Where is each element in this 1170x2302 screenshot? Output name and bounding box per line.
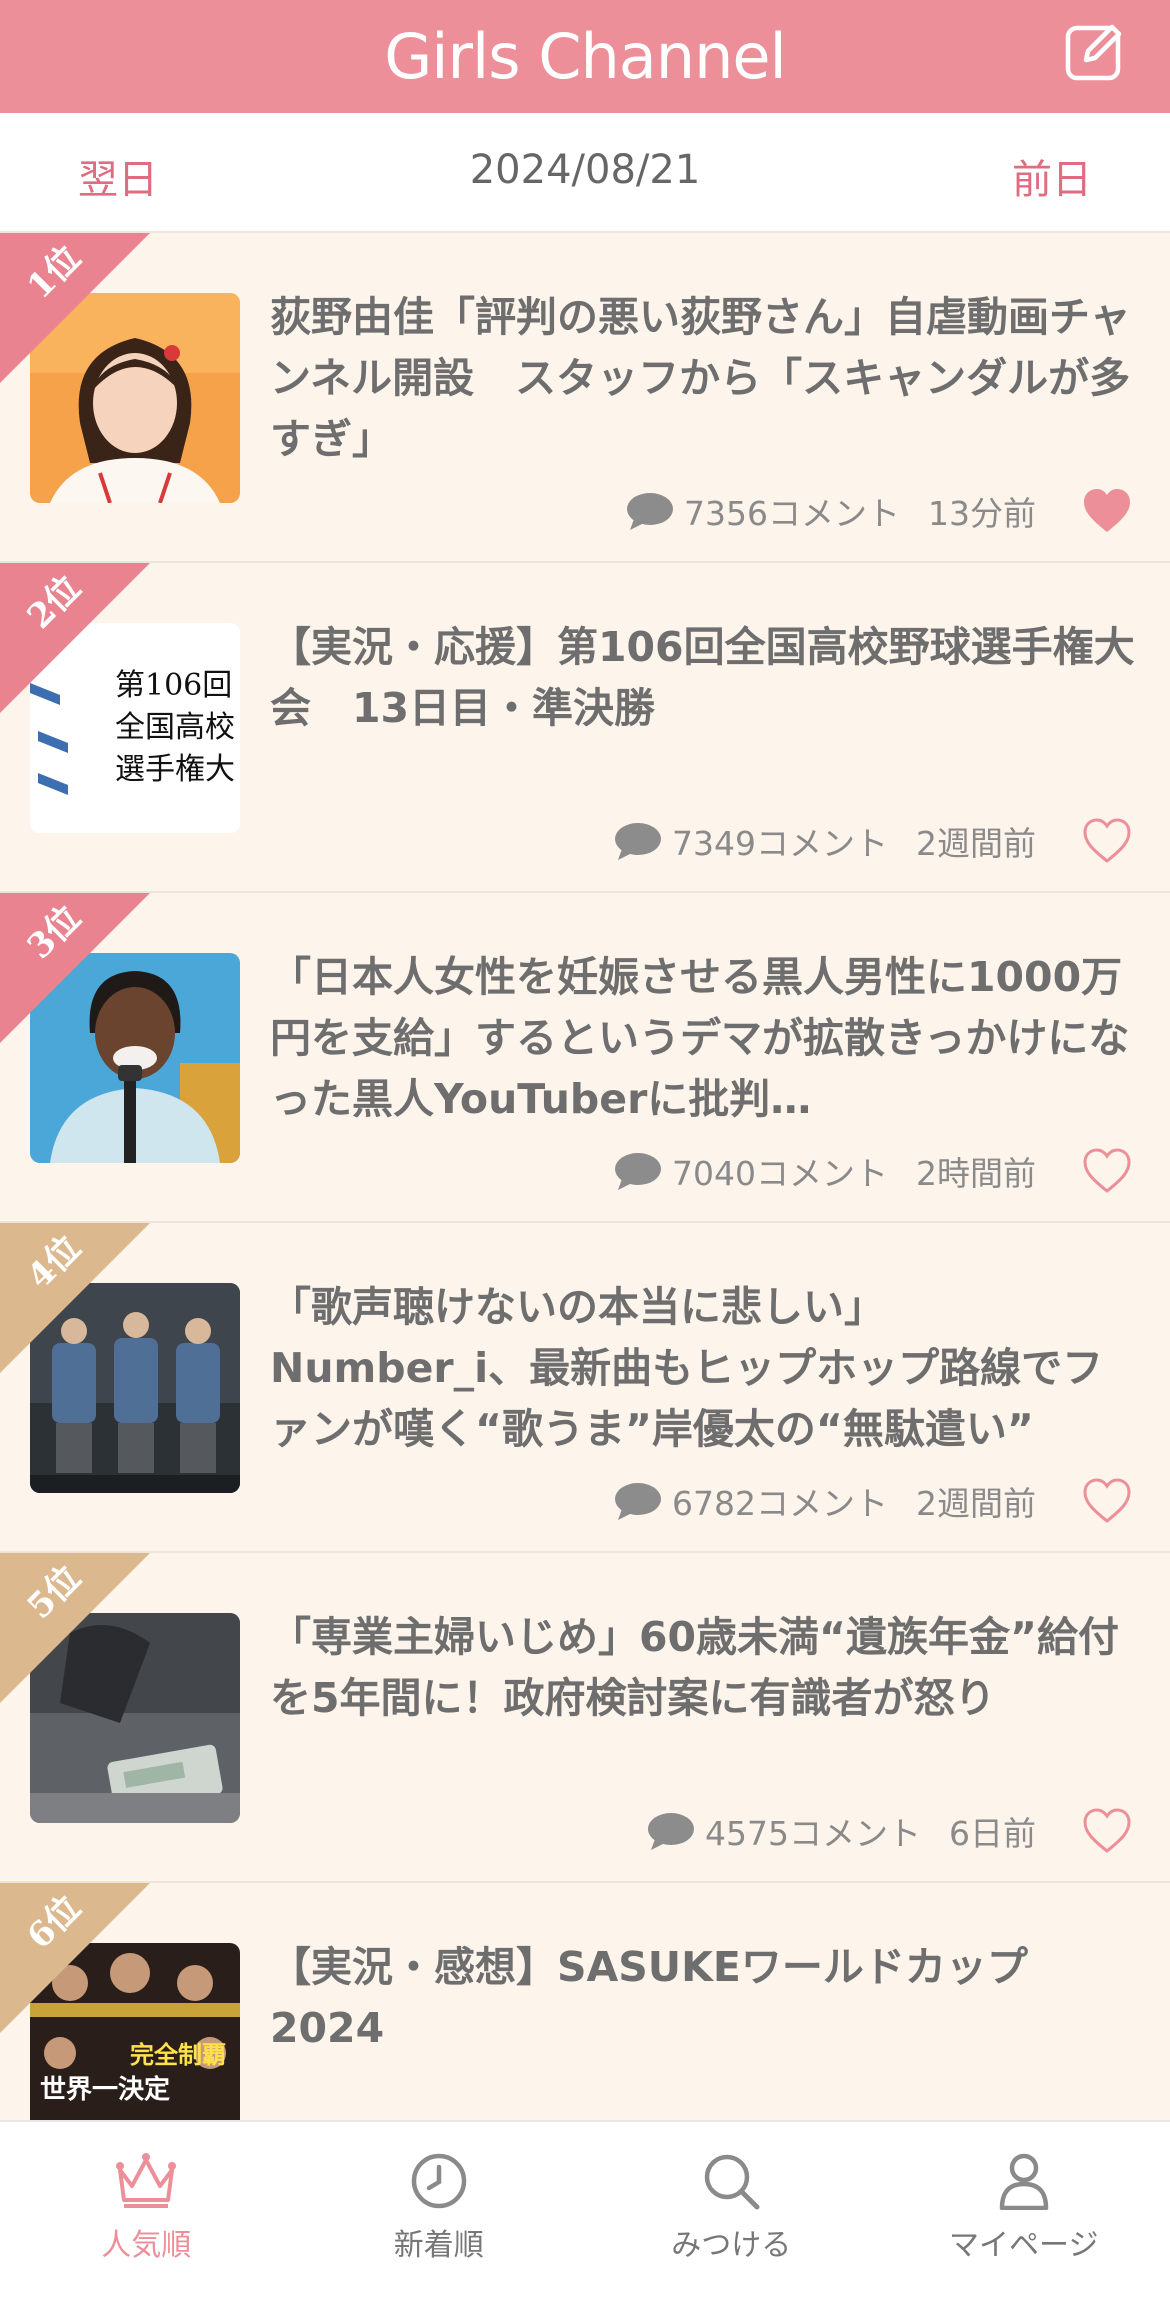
post-time: 2週間前 <box>916 1477 1036 1525</box>
topic-title[interactable]: 「日本人女性を妊娠させる黒人男性に1000万円を支給」するというデマが拡散きっか… <box>270 947 1140 1130</box>
search-icon <box>701 2152 761 2210</box>
thumbnail-text: 完全制覇 <box>130 2041 226 2069</box>
list-item[interactable]: 3位 「日本人女性を妊娠させる黒人男性に1000万円を支給」するというデマが拡散… <box>0 893 1170 1223</box>
comment-icon <box>614 1151 662 1191</box>
heart-outline-icon <box>1082 1148 1132 1194</box>
post-time: 6日前 <box>949 1807 1036 1855</box>
topic-meta: 7356コメント 13分前 <box>626 483 1132 539</box>
comment-count: 4575コメント <box>705 1807 921 1855</box>
favorite-button[interactable] <box>1082 1478 1132 1524</box>
tab-label: 人気順 <box>101 2220 191 2264</box>
list-item[interactable]: 第106回 全国高校 選手権大 2位 【実況・応援】第106回全国高校野球選手権… <box>0 563 1170 893</box>
comment-icon <box>614 1481 662 1521</box>
thumbnail-text: 世界一決定 <box>40 2074 170 2105</box>
comment-count: 7040コメント <box>672 1147 888 1195</box>
date-navigation: 翌日 2024/08/21 前日 <box>0 113 1170 233</box>
comment-count: 7349コメント <box>672 817 888 865</box>
topic-meta: 7349コメント 2週間前 <box>614 813 1132 869</box>
post-time: 2時間前 <box>916 1147 1036 1195</box>
bottom-tab-bar: 人気順 新着順 みつける マイページ <box>0 2120 1170 2302</box>
tab-label: マイページ <box>949 2220 1098 2264</box>
favorite-button[interactable] <box>1082 1148 1132 1194</box>
comment-count: 6782コメント <box>672 1477 888 1525</box>
crown-icon <box>114 2152 178 2210</box>
topic-meta: 4575コメント 6日前 <box>647 1803 1132 1859</box>
heart-outline-icon <box>1082 1478 1132 1524</box>
tab-label: 新着順 <box>394 2220 484 2264</box>
favorite-button[interactable] <box>1082 488 1132 534</box>
compose-icon <box>1064 20 1126 82</box>
heart-filled-icon <box>1082 488 1132 534</box>
app-title: Girls Channel <box>384 20 786 93</box>
previous-day-link[interactable]: 前日 <box>1012 147 1092 205</box>
topic-ranking-list: 1位 荻野由佳「評判の悪い荻野さん」自虐動画チャンネル開設 スタッフから「スキャ… <box>0 233 1170 2213</box>
list-item[interactable]: 4位 「歌声聴けないの本当に悲しい」Number_i、最新曲もヒップホップ路線で… <box>0 1223 1170 1553</box>
favorite-button[interactable] <box>1082 1808 1132 1854</box>
topic-meta: 6782コメント 2週間前 <box>614 1473 1132 1529</box>
post-time: 13分前 <box>928 487 1036 535</box>
thumbnail-text: 選手権大 <box>115 752 235 787</box>
tab-newest[interactable]: 新着順 <box>293 2122 586 2302</box>
post-time: 2週間前 <box>916 817 1036 865</box>
compose-button[interactable] <box>1062 18 1128 84</box>
comment-icon <box>626 491 674 531</box>
clock-icon <box>409 2152 469 2210</box>
current-date: 2024/08/21 <box>0 147 1170 193</box>
topic-meta: 7040コメント 2時間前 <box>614 1143 1132 1199</box>
comment-icon <box>614 821 662 861</box>
topic-title[interactable]: 【実況・感想】SASUKEワールドカップ2024 <box>270 1937 1140 2059</box>
topic-title[interactable]: 「歌声聴けないの本当に悲しい」Number_i、最新曲もヒップホップ路線でファン… <box>270 1277 1140 1460</box>
topic-title[interactable]: 【実況・応援】第106回全国高校野球選手権大会 13日目・準決勝 <box>270 617 1140 739</box>
comment-count: 7356コメント <box>684 487 900 535</box>
list-item[interactable]: 5位 「専業主婦いじめ」60歳未満“遺族年金”給付を5年間に！政府検討案に有識者… <box>0 1553 1170 1883</box>
heart-outline-icon <box>1082 1808 1132 1854</box>
list-item[interactable]: 1位 荻野由佳「評判の悪い荻野さん」自虐動画チャンネル開設 スタッフから「スキャ… <box>0 233 1170 563</box>
tab-mypage[interactable]: マイページ <box>878 2122 1170 2302</box>
app-header: Girls Channel <box>0 0 1170 113</box>
person-icon <box>994 2152 1054 2210</box>
tab-label: みつける <box>671 2220 791 2264</box>
heart-outline-icon <box>1082 818 1132 864</box>
topic-title[interactable]: 荻野由佳「評判の悪い荻野さん」自虐動画チャンネル開設 スタッフから「スキャンダル… <box>270 287 1140 470</box>
topic-title[interactable]: 「専業主婦いじめ」60歳未満“遺族年金”給付を5年間に！政府検討案に有識者が怒り <box>270 1607 1140 1729</box>
tab-ranking[interactable]: 人気順 <box>0 2122 293 2302</box>
comment-icon <box>647 1811 695 1851</box>
thumbnail-text: 全国高校 <box>115 710 235 745</box>
favorite-button[interactable] <box>1082 818 1132 864</box>
tab-search[interactable]: みつける <box>585 2122 878 2302</box>
